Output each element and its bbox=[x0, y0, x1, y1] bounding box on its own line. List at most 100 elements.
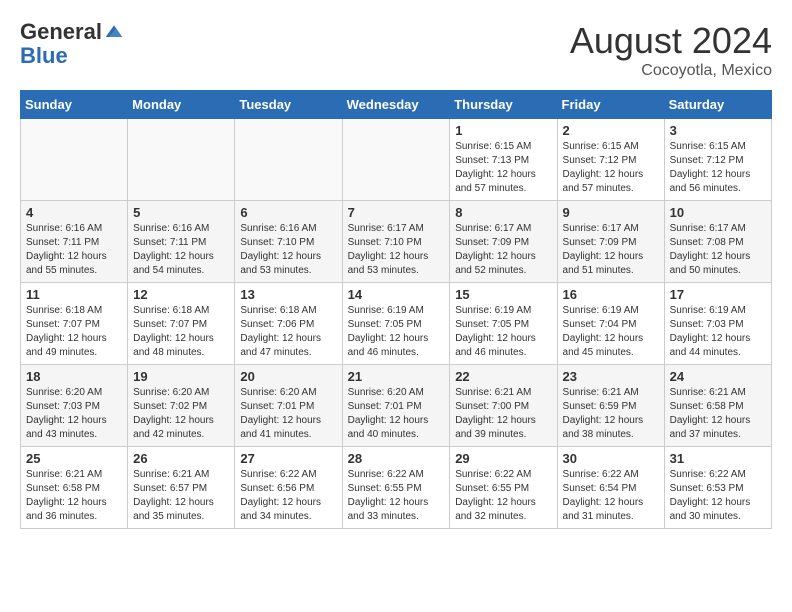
day-info: Sunrise: 6:21 AM Sunset: 6:58 PM Dayligh… bbox=[26, 468, 122, 524]
calendar-cell: 30 Sunrise: 6:22 AM Sunset: 6:54 PM Dayli… bbox=[557, 447, 664, 529]
calendar-week-row: 25 Sunrise: 6:21 AM Sunset: 6:58 PM Dayli… bbox=[21, 447, 772, 529]
day-number: 9 bbox=[563, 205, 659, 220]
calendar-cell: 3Sunrise: 6:15 AM Sunset: 7:12 PM Daylig… bbox=[664, 119, 771, 201]
day-number: 16 bbox=[563, 287, 659, 302]
day-info: Sunrise: 6:19 AM Sunset: 7:03 PM Dayligh… bbox=[670, 304, 766, 360]
day-number: 13 bbox=[240, 287, 336, 302]
logo-general: General bbox=[20, 20, 102, 44]
day-number: 3 bbox=[670, 123, 766, 138]
calendar-cell: 17Sunrise: 6:19 AM Sunset: 7:03 PM Dayli… bbox=[664, 283, 771, 365]
calendar-cell: 23 Sunrise: 6:21 AM Sunset: 6:59 PM Dayli… bbox=[557, 365, 664, 447]
day-info: Sunrise: 6:22 AM Sunset: 6:55 PM Dayligh… bbox=[455, 468, 551, 524]
day-info: Sunrise: 6:21 AM Sunset: 6:59 PM Dayligh… bbox=[563, 386, 659, 442]
day-info: Sunrise: 6:22 AM Sunset: 6:54 PM Dayligh… bbox=[563, 468, 659, 524]
day-info: Sunrise: 6:16 AM Sunset: 7:11 PM Dayligh… bbox=[26, 222, 122, 278]
day-info: Sunrise: 6:19 AM Sunset: 7:05 PM Dayligh… bbox=[348, 304, 445, 360]
day-number: 23 bbox=[563, 369, 659, 384]
day-info: Sunrise: 6:16 AM Sunset: 7:11 PM Dayligh… bbox=[133, 222, 229, 278]
day-info: Sunrise: 6:22 AM Sunset: 6:56 PM Dayligh… bbox=[240, 468, 336, 524]
day-number: 25 bbox=[26, 451, 122, 466]
calendar-cell: 16 Sunrise: 6:19 AM Sunset: 7:04 PM Dayli… bbox=[557, 283, 664, 365]
day-number: 21 bbox=[348, 369, 445, 384]
day-number: 22 bbox=[455, 369, 551, 384]
day-info: Sunrise: 6:20 AM Sunset: 7:01 PM Dayligh… bbox=[348, 386, 445, 442]
calendar-cell: 15 Sunrise: 6:19 AM Sunset: 7:05 PM Dayli… bbox=[450, 283, 557, 365]
calendar-cell: 24 Sunrise: 6:21 AM Sunset: 6:58 PM Dayli… bbox=[664, 365, 771, 447]
day-number: 27 bbox=[240, 451, 336, 466]
calendar-cell: 12 Sunrise: 6:18 AM Sunset: 7:07 PM Dayli… bbox=[128, 283, 235, 365]
calendar-cell: 27 Sunrise: 6:22 AM Sunset: 6:56 PM Dayli… bbox=[235, 447, 342, 529]
month-year: August 2024 bbox=[570, 20, 772, 62]
calendar-cell: 5 Sunrise: 6:16 AM Sunset: 7:11 PM Daylig… bbox=[128, 201, 235, 283]
day-number: 19 bbox=[133, 369, 229, 384]
calendar-cell: 10 Sunrise: 6:17 AM Sunset: 7:08 PM Dayli… bbox=[664, 201, 771, 283]
calendar-cell: 25 Sunrise: 6:21 AM Sunset: 6:58 PM Dayli… bbox=[21, 447, 128, 529]
weekday-header-saturday: Saturday bbox=[664, 91, 771, 119]
day-info: Sunrise: 6:21 AM Sunset: 7:00 PM Dayligh… bbox=[455, 386, 551, 442]
location: Cocoyotla, Mexico bbox=[570, 62, 772, 80]
calendar-cell: 8Sunrise: 6:17 AM Sunset: 7:09 PM Daylig… bbox=[450, 201, 557, 283]
weekday-header-friday: Friday bbox=[557, 91, 664, 119]
day-number: 15 bbox=[455, 287, 551, 302]
logo-blue: Blue bbox=[20, 44, 124, 68]
calendar-cell: 11 Sunrise: 6:18 AM Sunset: 7:07 PM Dayli… bbox=[21, 283, 128, 365]
calendar-cell: 31Sunrise: 6:22 AM Sunset: 6:53 PM Dayli… bbox=[664, 447, 771, 529]
day-number: 26 bbox=[133, 451, 229, 466]
day-info: Sunrise: 6:16 AM Sunset: 7:10 PM Dayligh… bbox=[240, 222, 336, 278]
calendar-week-row: 1Sunrise: 6:15 AM Sunset: 7:13 PM Daylig… bbox=[21, 119, 772, 201]
calendar-cell: 29 Sunrise: 6:22 AM Sunset: 6:55 PM Dayli… bbox=[450, 447, 557, 529]
calendar-cell: 20 Sunrise: 6:20 AM Sunset: 7:01 PM Dayli… bbox=[235, 365, 342, 447]
day-number: 29 bbox=[455, 451, 551, 466]
day-number: 24 bbox=[670, 369, 766, 384]
calendar-cell: 14 Sunrise: 6:19 AM Sunset: 7:05 PM Dayli… bbox=[342, 283, 450, 365]
calendar-cell: 9 Sunrise: 6:17 AM Sunset: 7:09 PM Daylig… bbox=[557, 201, 664, 283]
calendar-cell bbox=[342, 119, 450, 201]
day-info: Sunrise: 6:18 AM Sunset: 7:06 PM Dayligh… bbox=[240, 304, 336, 360]
day-number: 31 bbox=[670, 451, 766, 466]
day-info: Sunrise: 6:17 AM Sunset: 7:10 PM Dayligh… bbox=[348, 222, 445, 278]
day-number: 4 bbox=[26, 205, 122, 220]
day-number: 11 bbox=[26, 287, 122, 302]
day-number: 30 bbox=[563, 451, 659, 466]
title-area: August 2024 Cocoyotla, Mexico bbox=[570, 20, 772, 80]
day-number: 7 bbox=[348, 205, 445, 220]
day-info: Sunrise: 6:20 AM Sunset: 7:02 PM Dayligh… bbox=[133, 386, 229, 442]
logo-icon bbox=[104, 22, 124, 42]
calendar-cell: 21 Sunrise: 6:20 AM Sunset: 7:01 PM Dayli… bbox=[342, 365, 450, 447]
day-number: 14 bbox=[348, 287, 445, 302]
day-number: 20 bbox=[240, 369, 336, 384]
calendar-cell: 2Sunrise: 6:15 AM Sunset: 7:12 PM Daylig… bbox=[557, 119, 664, 201]
day-number: 10 bbox=[670, 205, 766, 220]
day-info: Sunrise: 6:17 AM Sunset: 7:09 PM Dayligh… bbox=[563, 222, 659, 278]
calendar-cell: 28Sunrise: 6:22 AM Sunset: 6:55 PM Dayli… bbox=[342, 447, 450, 529]
day-info: Sunrise: 6:18 AM Sunset: 7:07 PM Dayligh… bbox=[26, 304, 122, 360]
calendar-cell: 22 Sunrise: 6:21 AM Sunset: 7:00 PM Dayli… bbox=[450, 365, 557, 447]
calendar-cell: 7 Sunrise: 6:17 AM Sunset: 7:10 PM Daylig… bbox=[342, 201, 450, 283]
day-number: 12 bbox=[133, 287, 229, 302]
day-info: Sunrise: 6:21 AM Sunset: 6:58 PM Dayligh… bbox=[670, 386, 766, 442]
calendar-cell bbox=[21, 119, 128, 201]
calendar-cell: 19 Sunrise: 6:20 AM Sunset: 7:02 PM Dayli… bbox=[128, 365, 235, 447]
calendar-cell: 26 Sunrise: 6:21 AM Sunset: 6:57 PM Dayli… bbox=[128, 447, 235, 529]
calendar-cell: 4 Sunrise: 6:16 AM Sunset: 7:11 PM Daylig… bbox=[21, 201, 128, 283]
day-info: Sunrise: 6:21 AM Sunset: 6:57 PM Dayligh… bbox=[133, 468, 229, 524]
calendar-cell bbox=[235, 119, 342, 201]
calendar-week-row: 4 Sunrise: 6:16 AM Sunset: 7:11 PM Daylig… bbox=[21, 201, 772, 283]
day-number: 5 bbox=[133, 205, 229, 220]
day-number: 8 bbox=[455, 205, 551, 220]
day-info: Sunrise: 6:19 AM Sunset: 7:04 PM Dayligh… bbox=[563, 304, 659, 360]
weekday-header-row: SundayMondayTuesdayWednesdayThursdayFrid… bbox=[21, 91, 772, 119]
page-header: General Blue August 2024 Cocoyotla, Mexi… bbox=[20, 20, 772, 80]
day-info: Sunrise: 6:17 AM Sunset: 7:08 PM Dayligh… bbox=[670, 222, 766, 278]
calendar-cell: 13 Sunrise: 6:18 AM Sunset: 7:06 PM Dayli… bbox=[235, 283, 342, 365]
day-info: Sunrise: 6:18 AM Sunset: 7:07 PM Dayligh… bbox=[133, 304, 229, 360]
calendar-cell bbox=[128, 119, 235, 201]
weekday-header-sunday: Sunday bbox=[21, 91, 128, 119]
weekday-header-wednesday: Wednesday bbox=[342, 91, 450, 119]
calendar-table: SundayMondayTuesdayWednesdayThursdayFrid… bbox=[20, 90, 772, 529]
day-info: Sunrise: 6:20 AM Sunset: 7:03 PM Dayligh… bbox=[26, 386, 122, 442]
day-info: Sunrise: 6:15 AM Sunset: 7:12 PM Dayligh… bbox=[563, 140, 659, 196]
day-number: 28 bbox=[348, 451, 445, 466]
day-info: Sunrise: 6:19 AM Sunset: 7:05 PM Dayligh… bbox=[455, 304, 551, 360]
day-info: Sunrise: 6:20 AM Sunset: 7:01 PM Dayligh… bbox=[240, 386, 336, 442]
